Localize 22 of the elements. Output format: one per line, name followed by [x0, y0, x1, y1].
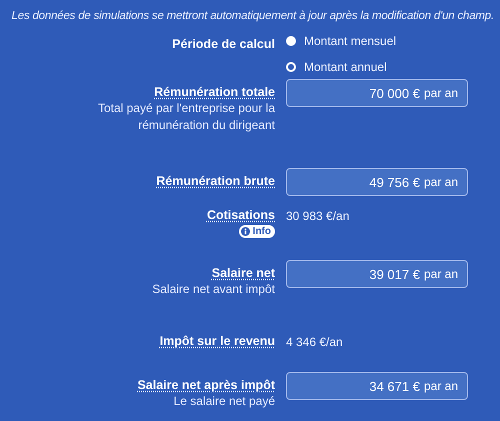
field-label: Cotisations [206, 208, 275, 222]
amount-field[interactable]: 49 756 € par an [286, 168, 468, 196]
field-label: Rémunération totale [154, 85, 275, 99]
radio-label[interactable]: Montant mensuel [304, 34, 396, 48]
field-description: Total payé par l'entreprise pour la rémunération du dirigeant [96, 100, 275, 134]
period-label: Période de calcul [172, 37, 275, 51]
field-label: Salaire net [212, 266, 275, 280]
field-label: Salaire net après impôt [137, 378, 275, 392]
amount-value: 30 983 €/an [286, 208, 350, 223]
amount-value: 4 346 €/an [286, 334, 344, 349]
notice-text: Les données de simulations se mettront automatiquement à jour après la modification d'un champ. [10, 9, 495, 22]
field-description: Le salaire net payé [174, 393, 275, 410]
field-description: Salaire net avant impôt [152, 281, 275, 298]
info-badge[interactable]: Info [238, 225, 275, 238]
radio-label[interactable]: Montant annuel [304, 60, 387, 74]
amount-field[interactable]: 70 000 € par an [286, 79, 468, 107]
amount-field[interactable]: 34 671 € par an [286, 372, 468, 400]
radio-button[interactable] [286, 62, 296, 72]
radio-button[interactable] [286, 36, 296, 46]
field-label: Impôt sur le revenu [160, 334, 275, 348]
field-label: Rémunération brute [156, 174, 275, 188]
amount-field[interactable]: 39 017 € par an [286, 260, 468, 288]
